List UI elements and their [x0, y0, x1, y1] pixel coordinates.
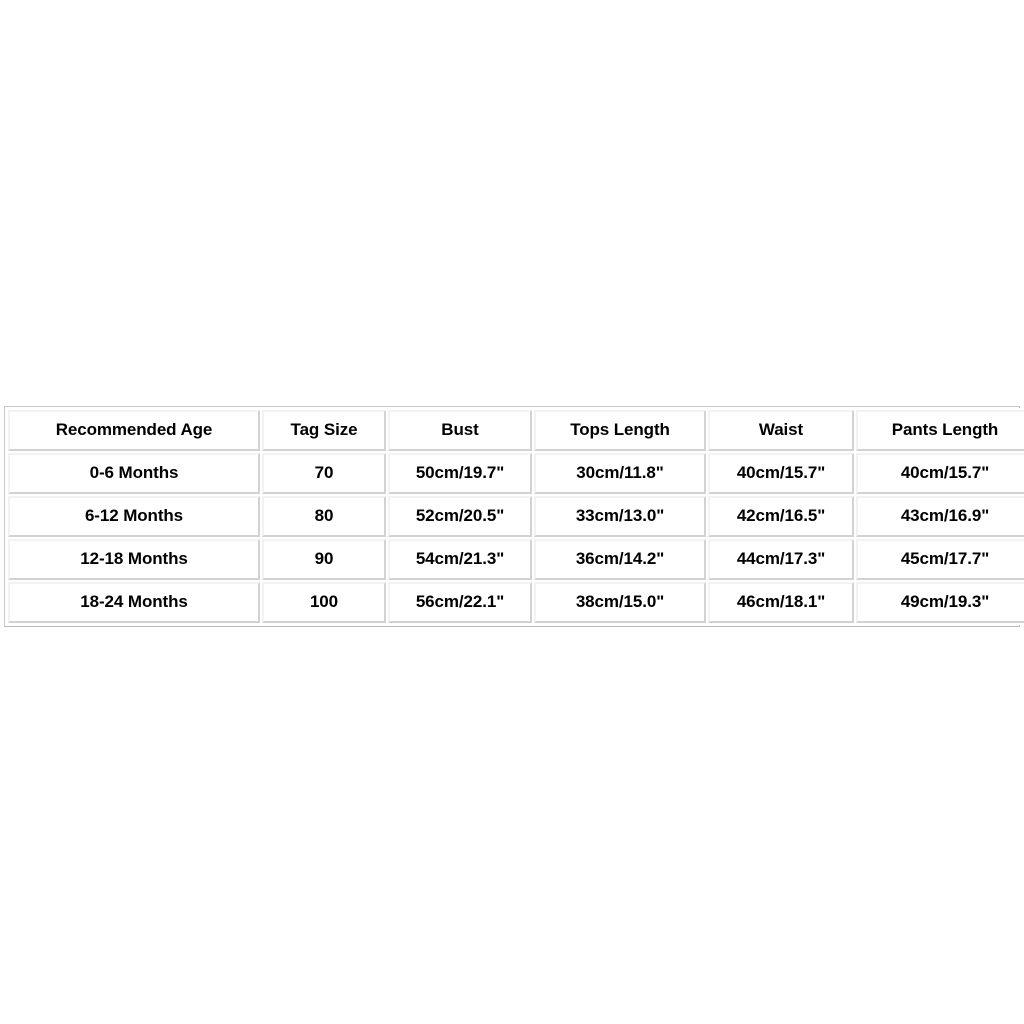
table-header: Recommended Age Tag Size Bust Tops Lengt… [8, 410, 1024, 451]
cell-pants-length: 45cm/17.7" [856, 539, 1024, 580]
table-row: 18-24 Months 100 56cm/22.1" 38cm/15.0" 4… [8, 582, 1024, 623]
cell-recommended-age: 12-18 Months [8, 539, 260, 580]
table-body: 0-6 Months 70 50cm/19.7" 30cm/11.8" 40cm… [8, 453, 1024, 623]
cell-bust: 56cm/22.1" [388, 582, 532, 623]
cell-waist: 46cm/18.1" [708, 582, 854, 623]
column-header-recommended-age: Recommended Age [8, 410, 260, 451]
cell-recommended-age: 0-6 Months [8, 453, 260, 494]
size-chart-table: Recommended Age Tag Size Bust Tops Lengt… [6, 408, 1024, 625]
cell-bust: 52cm/20.5" [388, 496, 532, 537]
cell-waist: 42cm/16.5" [708, 496, 854, 537]
cell-tops-length: 33cm/13.0" [534, 496, 706, 537]
cell-waist: 44cm/17.3" [708, 539, 854, 580]
cell-pants-length: 40cm/15.7" [856, 453, 1024, 494]
table-row: 0-6 Months 70 50cm/19.7" 30cm/11.8" 40cm… [8, 453, 1024, 494]
cell-tops-length: 38cm/15.0" [534, 582, 706, 623]
table-row: 6-12 Months 80 52cm/20.5" 33cm/13.0" 42c… [8, 496, 1024, 537]
column-header-bust: Bust [388, 410, 532, 451]
cell-tag-size: 90 [262, 539, 386, 580]
column-header-waist: Waist [708, 410, 854, 451]
cell-pants-length: 49cm/19.3" [856, 582, 1024, 623]
table-row: 12-18 Months 90 54cm/21.3" 36cm/14.2" 44… [8, 539, 1024, 580]
cell-waist: 40cm/15.7" [708, 453, 854, 494]
cell-tag-size: 70 [262, 453, 386, 494]
size-chart-container: Recommended Age Tag Size Bust Tops Lengt… [4, 406, 1024, 627]
cell-tag-size: 80 [262, 496, 386, 537]
table-header-row: Recommended Age Tag Size Bust Tops Lengt… [8, 410, 1024, 451]
cell-pants-length: 43cm/16.9" [856, 496, 1024, 537]
column-header-tops-length: Tops Length [534, 410, 706, 451]
cell-bust: 50cm/19.7" [388, 453, 532, 494]
cell-bust: 54cm/21.3" [388, 539, 532, 580]
cell-tag-size: 100 [262, 582, 386, 623]
cell-recommended-age: 6-12 Months [8, 496, 260, 537]
cell-recommended-age: 18-24 Months [8, 582, 260, 623]
column-header-pants-length: Pants Length [856, 410, 1024, 451]
column-header-tag-size: Tag Size [262, 410, 386, 451]
cell-tops-length: 30cm/11.8" [534, 453, 706, 494]
cell-tops-length: 36cm/14.2" [534, 539, 706, 580]
